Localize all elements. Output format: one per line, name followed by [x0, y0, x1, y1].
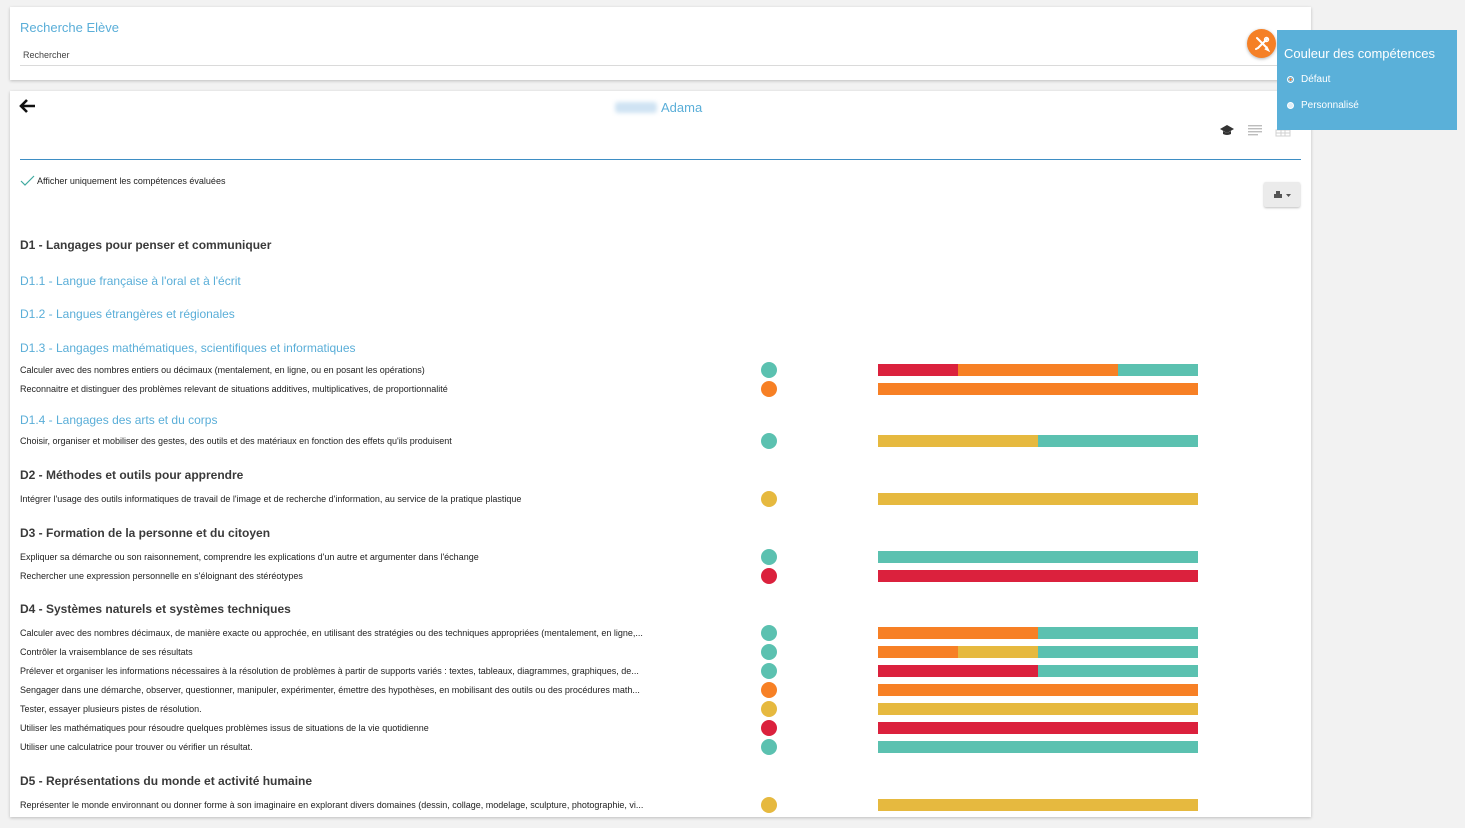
skill-level-dot[interactable] — [761, 491, 777, 507]
skill-distribution-bar — [878, 551, 1198, 563]
bar-segment-teal — [878, 741, 1198, 753]
printer-icon — [1274, 190, 1291, 198]
skill-label: Expliquer sa démarche ou son raisonnemen… — [20, 552, 479, 562]
skill-label: Contrôler la vraisemblance de ses résult… — [20, 647, 193, 657]
skill-distribution-bar — [878, 383, 1198, 395]
radio-unselected-icon — [1287, 102, 1294, 109]
domain-heading-d1: D1 - Langages pour penser et communiquer — [20, 238, 272, 252]
skill-distribution-bar — [878, 684, 1198, 696]
graduation-cap-icon[interactable] — [1219, 123, 1235, 137]
bar-segment-orange — [878, 627, 1038, 639]
wrench-screwdriver-icon — [1254, 36, 1270, 52]
search-title: Recherche Elève — [20, 20, 119, 35]
color-panel-title: Couleur des compétences — [1284, 46, 1436, 61]
skill-distribution-bar — [878, 722, 1198, 734]
skill-label: Intégrer l'usage des outils informatique… — [20, 494, 522, 504]
bar-segment-teal — [1118, 364, 1198, 376]
evaluated-only-label: Afficher uniquement les compétences éval… — [37, 176, 226, 186]
bar-segment-orange — [878, 646, 958, 658]
bar-segment-teal — [1038, 665, 1198, 677]
back-arrow-icon[interactable] — [19, 98, 37, 114]
tools-toggle-button[interactable] — [1247, 29, 1276, 58]
skill-label: Calculer avec des nombres entiers ou déc… — [20, 365, 425, 375]
bar-segment-teal — [1038, 627, 1198, 639]
skill-distribution-bar — [878, 703, 1198, 715]
skill-level-dot[interactable] — [761, 381, 777, 397]
bar-segment-orange — [878, 383, 1198, 395]
skill-label: Représenter le monde environnant ou donn… — [20, 800, 644, 810]
skill-distribution-bar — [878, 799, 1198, 811]
skill-level-dot[interactable] — [761, 433, 777, 449]
domain-heading-d3: D3 - Formation de la personne et du cito… — [20, 526, 271, 540]
student-search-input[interactable] — [20, 44, 1295, 66]
skill-label: Sengager dans une démarche, observer, qu… — [20, 685, 640, 695]
bar-segment-yellow — [878, 703, 1198, 715]
skill-distribution-bar — [878, 627, 1198, 639]
student-skills-card: Adama Afficher uniquement les compétence… — [10, 91, 1311, 817]
skill-level-dot[interactable] — [761, 682, 777, 698]
skill-label: Prélever et organiser les informations n… — [20, 666, 639, 676]
skill-level-dot[interactable] — [761, 362, 777, 378]
bar-segment-yellow — [878, 435, 1038, 447]
skill-level-dot[interactable] — [761, 549, 777, 565]
checkmark-icon — [20, 175, 35, 186]
evaluated-only-toggle[interactable]: Afficher uniquement les compétences éval… — [20, 175, 225, 187]
skill-label: Tester, essayer plusieurs pistes de réso… — [20, 704, 202, 714]
skill-level-dot[interactable] — [761, 739, 777, 755]
student-lastname-redacted — [615, 102, 657, 113]
bar-segment-yellow — [958, 646, 1038, 658]
skill-label: Utiliser une calculatrice pour trouver o… — [20, 742, 253, 752]
student-name: Adama — [615, 100, 702, 115]
subdomain-heading-d1-4[interactable]: D1.4 - Langages des arts et du corps — [20, 413, 217, 427]
print-dropdown-button[interactable] — [1264, 182, 1300, 207]
color-option-default[interactable]: Défaut — [1287, 74, 1330, 85]
skill-label: Calculer avec des nombres décimaux, de m… — [20, 628, 643, 638]
bar-segment-teal — [878, 551, 1198, 563]
skill-level-dot[interactable] — [761, 701, 777, 717]
subdomain-heading-d1-3[interactable]: D1.3 - Langages mathématiques, scientifi… — [20, 341, 356, 355]
color-option-custom-label: Personnalisé — [1301, 100, 1359, 111]
bar-segment-yellow — [878, 493, 1198, 505]
bar-segment-red — [878, 722, 1198, 734]
bar-segment-orange — [958, 364, 1118, 376]
skill-level-dot[interactable] — [761, 797, 777, 813]
student-first-name: Adama — [661, 100, 703, 115]
bar-segment-teal — [1038, 646, 1198, 658]
skill-color-panel: Couleur des compétences Défaut Personnal… — [1277, 30, 1457, 130]
domain-heading-d4: D4 - Systèmes naturels et systèmes techn… — [20, 602, 291, 616]
skill-level-dot[interactable] — [761, 625, 777, 641]
skill-level-dot[interactable] — [761, 663, 777, 679]
skill-level-dot[interactable] — [761, 720, 777, 736]
bar-segment-red — [878, 364, 958, 376]
skill-label: Utiliser les mathématiques pour résoudre… — [20, 723, 429, 733]
bar-segment-orange — [878, 684, 1198, 696]
header-divider — [20, 159, 1301, 160]
skill-label: Choisir, organiser et mobiliser des gest… — [20, 436, 452, 446]
skill-distribution-bar — [878, 741, 1198, 753]
subdomain-heading-d1-2[interactable]: D1.2 - Langues étrangères et régionales — [20, 307, 235, 321]
skill-distribution-bar — [878, 493, 1198, 505]
skill-distribution-bar — [878, 435, 1198, 447]
skill-distribution-bar — [878, 646, 1198, 658]
bar-segment-yellow — [878, 799, 1198, 811]
radio-selected-icon — [1287, 76, 1294, 83]
bar-segment-red — [878, 570, 1198, 582]
subdomain-heading-d1-1[interactable]: D1.1 - Langue française à l'oral et à l'… — [20, 274, 241, 288]
color-option-default-label: Défaut — [1301, 74, 1331, 85]
color-option-custom[interactable]: Personnalisé — [1287, 100, 1359, 111]
domain-heading-d5: D5 - Représentations du monde et activit… — [20, 774, 313, 788]
bar-segment-teal — [1038, 435, 1198, 447]
student-search-card: Recherche Elève — [10, 7, 1311, 80]
skill-distribution-bar — [878, 364, 1198, 376]
skill-distribution-bar — [878, 570, 1198, 582]
skill-label: Rechercher une expression personnelle en… — [20, 571, 303, 581]
skill-label: Reconnaitre et distinguer des problèmes … — [20, 384, 448, 394]
bar-segment-red — [878, 665, 1038, 677]
domain-heading-d2: D2 - Méthodes et outils pour apprendre — [20, 468, 244, 482]
skill-level-dot[interactable] — [761, 644, 777, 660]
skill-level-dot[interactable] — [761, 568, 777, 584]
skill-distribution-bar — [878, 665, 1198, 677]
list-view-icon[interactable] — [1247, 123, 1263, 137]
